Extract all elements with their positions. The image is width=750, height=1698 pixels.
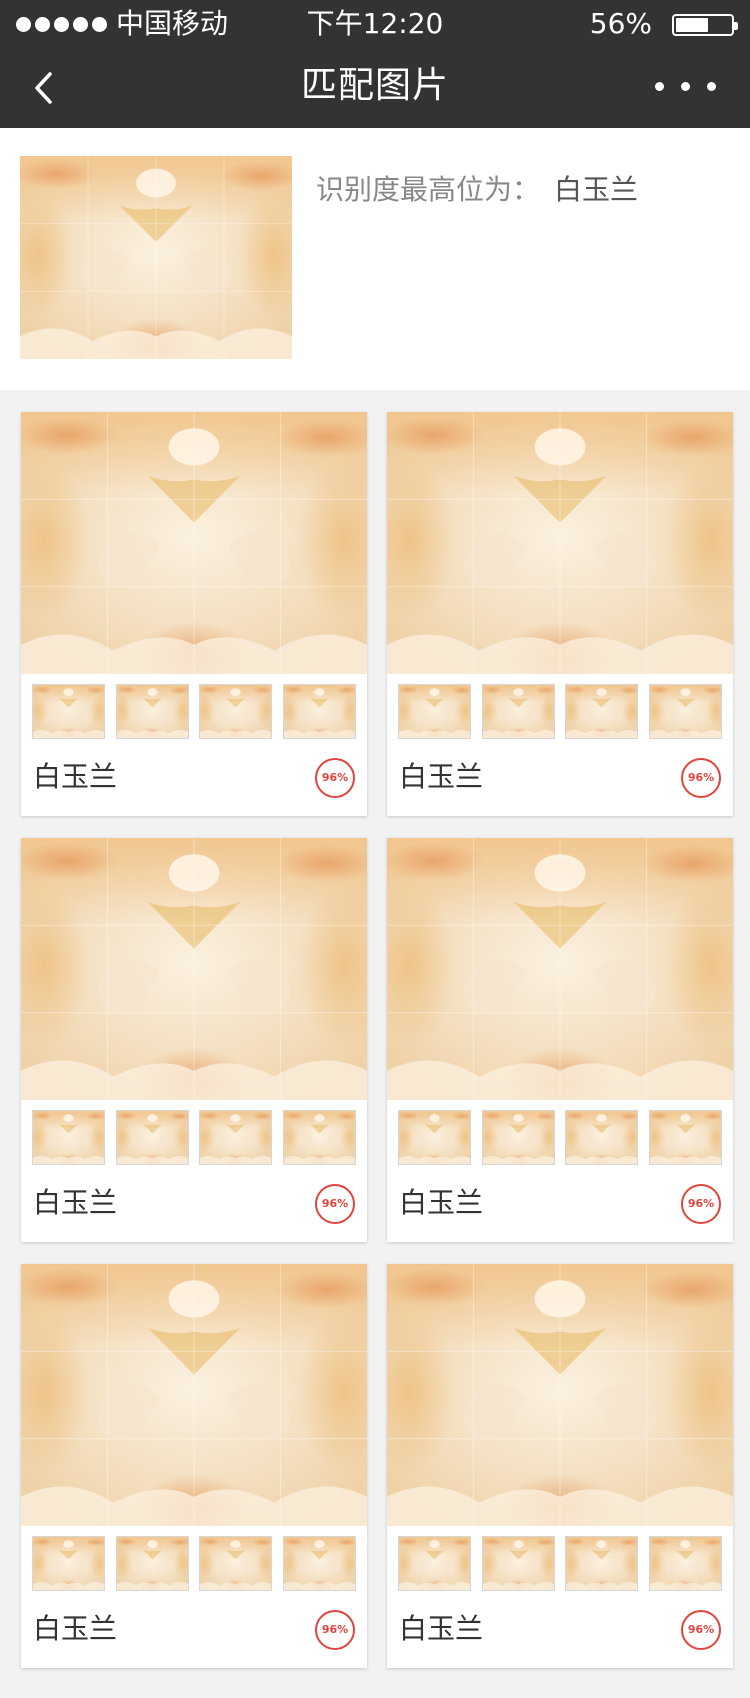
app-header: 中国移动 下午12:20 56% 匹配图片 (0, 0, 750, 128)
result-main-image[interactable] (21, 412, 367, 674)
result-main-image[interactable] (21, 838, 367, 1100)
result-name: 白玉兰 (33, 760, 118, 793)
result-name: 白玉兰 (33, 1612, 118, 1645)
page-title: 匹配图片 (300, 65, 449, 106)
match-score-badge: 96% (681, 758, 721, 798)
thumbnail[interactable] (648, 1536, 722, 1591)
result-card[interactable]: 白玉兰 96% (21, 838, 367, 1242)
battery-percent: 56% (589, 7, 652, 40)
more-dots-icon[interactable] (655, 82, 716, 91)
thumbnail[interactable] (565, 1110, 639, 1165)
thumbnail[interactable] (115, 1536, 189, 1591)
thumbnail[interactable] (199, 1536, 273, 1591)
thumbnail[interactable] (32, 684, 105, 739)
thumbnail[interactable] (32, 1110, 105, 1165)
thumbnail-strip (32, 1110, 356, 1165)
summary-value: 白玉兰 (554, 173, 639, 206)
result-card[interactable]: 白玉兰 96% (387, 412, 733, 816)
result-main-image[interactable] (21, 1264, 367, 1526)
result-card[interactable]: 白玉兰 96% (21, 412, 367, 816)
thumbnail[interactable] (199, 1110, 273, 1165)
thumbnail[interactable] (398, 1110, 471, 1165)
match-score-badge: 96% (315, 1610, 355, 1650)
status-bar: 中国移动 下午12:20 56% (0, 0, 750, 48)
thumbnail[interactable] (398, 1536, 471, 1591)
thumbnail[interactable] (481, 684, 555, 739)
thumbnail-strip (398, 1110, 722, 1165)
thumbnail[interactable] (115, 684, 189, 739)
thumbnail-strip (398, 1536, 722, 1591)
match-score-badge: 96% (315, 1184, 355, 1224)
query-image (20, 156, 292, 359)
recognition-summary: 识别度最高位为： 白玉兰 (0, 128, 750, 390)
result-name: 白玉兰 (399, 1186, 484, 1219)
summary-label: 识别度最高位为： (316, 173, 541, 206)
thumbnail[interactable] (282, 1536, 356, 1591)
thumbnail[interactable] (648, 684, 722, 739)
thumbnail[interactable] (565, 1536, 639, 1591)
thumbnail[interactable] (115, 1110, 189, 1165)
battery-icon (672, 14, 738, 36)
thumbnail[interactable] (565, 684, 639, 739)
result-card[interactable]: 白玉兰 96% (387, 838, 733, 1242)
match-score-badge: 96% (315, 758, 355, 798)
thumbnail[interactable] (481, 1110, 555, 1165)
thumbnail-strip (32, 1536, 356, 1591)
result-main-image[interactable] (387, 412, 733, 674)
thumbnail[interactable] (32, 1536, 105, 1591)
thumbnail[interactable] (648, 1110, 722, 1165)
result-card[interactable]: 白玉兰 96% (387, 1264, 733, 1668)
thumbnail-strip (32, 684, 356, 739)
result-card[interactable]: 白玉兰 96% (21, 1264, 367, 1668)
thumbnail[interactable] (398, 684, 471, 739)
thumbnail[interactable] (282, 684, 356, 739)
result-name: 白玉兰 (33, 1186, 118, 1219)
match-score-badge: 96% (681, 1184, 721, 1224)
thumbnail[interactable] (199, 684, 273, 739)
result-main-image[interactable] (387, 838, 733, 1100)
match-score-badge: 96% (681, 1610, 721, 1650)
result-name: 白玉兰 (399, 1612, 484, 1645)
result-name: 白玉兰 (399, 760, 484, 793)
nav-bar: 匹配图片 (0, 48, 750, 128)
thumbnail[interactable] (282, 1110, 356, 1165)
thumbnail-strip (398, 684, 722, 739)
thumbnail[interactable] (481, 1536, 555, 1591)
result-main-image[interactable] (387, 1264, 733, 1526)
